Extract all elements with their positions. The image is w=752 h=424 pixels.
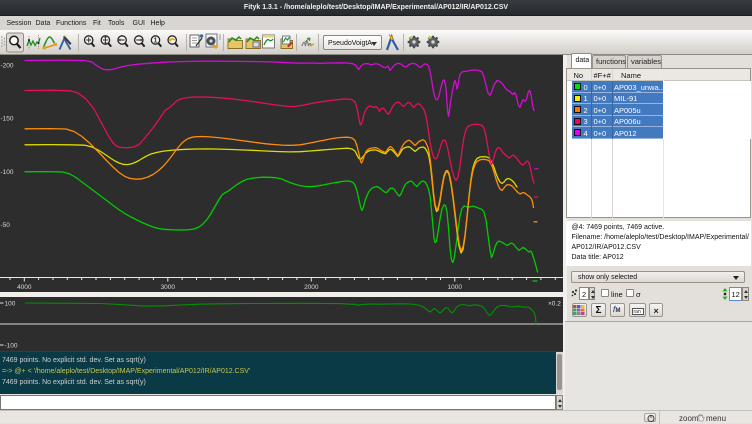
svg-text:-200: -200	[1, 63, 14, 70]
svg-text:-100: -100	[1, 169, 14, 176]
svg-text:-50: -50	[1, 222, 11, 229]
svg-text:-100: -100	[5, 343, 18, 350]
svg-text:-150: -150	[1, 116, 14, 123]
svg-text:2000: 2000	[304, 284, 319, 291]
svg-text:×0.2: ×0.2	[548, 301, 561, 308]
svg-text:3000: 3000	[161, 284, 176, 291]
svg-text:1000: 1000	[448, 284, 463, 291]
svg-text:4000: 4000	[17, 284, 32, 291]
svg-text:1: 1	[154, 38, 158, 45]
svg-text:100: 100	[5, 301, 16, 308]
